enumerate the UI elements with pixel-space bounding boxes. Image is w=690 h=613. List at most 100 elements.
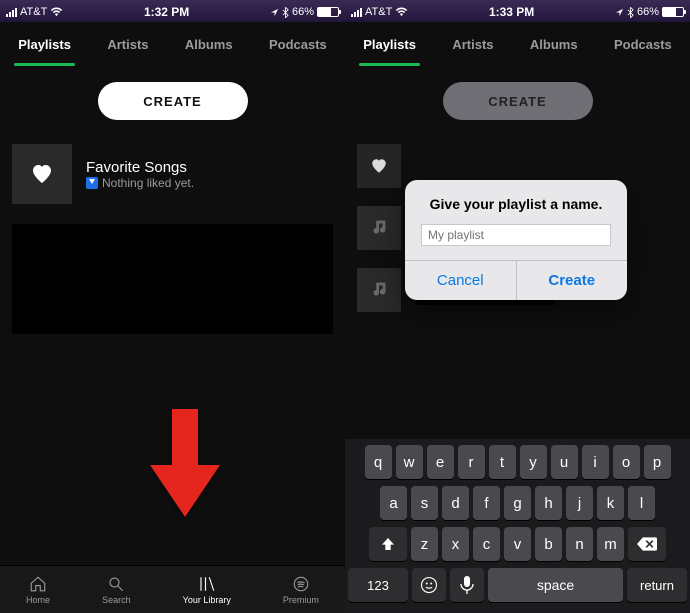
tab-playlists[interactable]: Playlists xyxy=(14,31,75,58)
key-y[interactable]: y xyxy=(520,445,547,479)
key-backspace[interactable] xyxy=(628,527,666,561)
tab-albums[interactable]: Albums xyxy=(526,31,582,58)
key-f[interactable]: f xyxy=(473,486,500,520)
key-z[interactable]: z xyxy=(411,527,438,561)
bluetooth-icon xyxy=(627,7,634,18)
carrier-label: AT&T xyxy=(365,6,392,18)
dialog-cancel-button[interactable]: Cancel xyxy=(405,261,516,300)
mic-icon xyxy=(460,576,474,594)
key-j[interactable]: j xyxy=(566,486,593,520)
key-dictation[interactable] xyxy=(450,568,484,602)
dialog-title: Give your playlist a name. xyxy=(405,180,627,224)
heart-icon xyxy=(29,162,55,186)
playlist-name-input[interactable] xyxy=(421,224,611,246)
bluetooth-icon xyxy=(282,7,289,18)
wifi-icon xyxy=(50,7,63,17)
key-l[interactable]: l xyxy=(628,486,655,520)
tab-artists[interactable]: Artists xyxy=(448,31,497,58)
search-icon xyxy=(106,575,126,593)
key-d[interactable]: d xyxy=(442,486,469,520)
nav-search[interactable]: Search xyxy=(102,575,131,605)
nav-premium[interactable]: Premium xyxy=(283,575,319,605)
key-h[interactable]: h xyxy=(535,486,562,520)
battery-icon xyxy=(317,7,339,17)
download-badge-icon xyxy=(86,177,98,189)
create-playlist-button[interactable]: CREATE xyxy=(443,82,593,120)
favorite-songs-row[interactable]: Favorite Songs Nothing liked yet. xyxy=(0,138,345,210)
nav-home-label: Home xyxy=(26,595,50,605)
key-x[interactable]: x xyxy=(442,527,469,561)
signal-icon xyxy=(351,8,362,17)
key-emoji[interactable] xyxy=(412,568,446,602)
name-playlist-dialog: Give your playlist a name. Cancel Create xyxy=(405,180,627,300)
shift-icon xyxy=(380,536,396,552)
key-g[interactable]: g xyxy=(504,486,531,520)
spotify-icon xyxy=(291,575,311,593)
library-tabs: Playlists Artists Albums Podcasts xyxy=(0,22,345,66)
tab-albums[interactable]: Albums xyxy=(181,31,237,58)
status-bar: AT&T 1:32 PM 66% xyxy=(0,0,345,22)
nav-home[interactable]: Home xyxy=(26,575,50,605)
key-r[interactable]: r xyxy=(458,445,485,479)
music-note-icon xyxy=(368,217,390,239)
backspace-icon xyxy=(637,537,657,551)
heart-icon xyxy=(369,157,389,175)
playlist-cover xyxy=(357,206,401,250)
key-e[interactable]: e xyxy=(427,445,454,479)
key-t[interactable]: t xyxy=(489,445,516,479)
key-b[interactable]: b xyxy=(535,527,562,561)
down-arrow-annotation xyxy=(150,409,220,517)
nav-library-label: Your Library xyxy=(183,595,231,605)
favorite-cover xyxy=(12,144,72,204)
library-icon xyxy=(197,575,217,593)
key-v[interactable]: v xyxy=(504,527,531,561)
key-s[interactable]: s xyxy=(411,486,438,520)
key-123[interactable]: 123 xyxy=(348,568,408,602)
clock: 1:33 PM xyxy=(489,5,534,19)
key-i[interactable]: i xyxy=(582,445,609,479)
content-area: CREATE Give your playlist a name. Cancel xyxy=(345,66,690,613)
key-u[interactable]: u xyxy=(551,445,578,479)
emoji-icon xyxy=(420,576,438,594)
nav-library[interactable]: Your Library xyxy=(183,575,231,605)
bottom-nav: Home Search Your Library Premium xyxy=(0,565,345,613)
location-icon xyxy=(270,8,279,17)
create-playlist-button[interactable]: CREATE xyxy=(98,82,248,120)
phone-right: AT&T 1:33 PM 66% Playlists Artists Album… xyxy=(345,0,690,613)
wifi-icon xyxy=(395,7,408,17)
content-area: CREATE Favorite Songs Nothing liked yet. xyxy=(0,66,345,565)
phone-left: AT&T 1:32 PM 66% Playlists Artists Album… xyxy=(0,0,345,613)
favorite-subtitle: Nothing liked yet. xyxy=(102,176,194,190)
key-n[interactable]: n xyxy=(566,527,593,561)
key-w[interactable]: w xyxy=(396,445,423,479)
battery-icon xyxy=(662,7,684,17)
key-m[interactable]: m xyxy=(597,527,624,561)
key-q[interactable]: q xyxy=(365,445,392,479)
key-a[interactable]: a xyxy=(380,486,407,520)
key-space[interactable]: space xyxy=(488,568,623,602)
dialog-create-button[interactable]: Create xyxy=(516,261,628,300)
key-return[interactable]: return xyxy=(627,568,687,602)
playlist-cover xyxy=(357,268,401,312)
tab-podcasts[interactable]: Podcasts xyxy=(265,31,331,58)
tab-artists[interactable]: Artists xyxy=(103,31,152,58)
key-c[interactable]: c xyxy=(473,527,500,561)
key-o[interactable]: o xyxy=(613,445,640,479)
tab-playlists[interactable]: Playlists xyxy=(359,31,420,58)
key-k[interactable]: k xyxy=(597,486,624,520)
status-bar: AT&T 1:33 PM 66% xyxy=(345,0,690,22)
nav-search-label: Search xyxy=(102,595,131,605)
key-shift[interactable] xyxy=(369,527,407,561)
signal-icon xyxy=(6,8,17,17)
favorite-cover xyxy=(357,144,401,188)
location-icon xyxy=(615,8,624,17)
battery-pct: 66% xyxy=(292,6,314,18)
nav-premium-label: Premium xyxy=(283,595,319,605)
tab-podcasts[interactable]: Podcasts xyxy=(610,31,676,58)
carrier-label: AT&T xyxy=(20,6,47,18)
key-p[interactable]: p xyxy=(644,445,671,479)
favorite-title: Favorite Songs xyxy=(86,159,194,176)
redacted-block xyxy=(12,224,333,334)
home-icon xyxy=(28,575,48,593)
library-tabs: Playlists Artists Albums Podcasts xyxy=(345,22,690,66)
